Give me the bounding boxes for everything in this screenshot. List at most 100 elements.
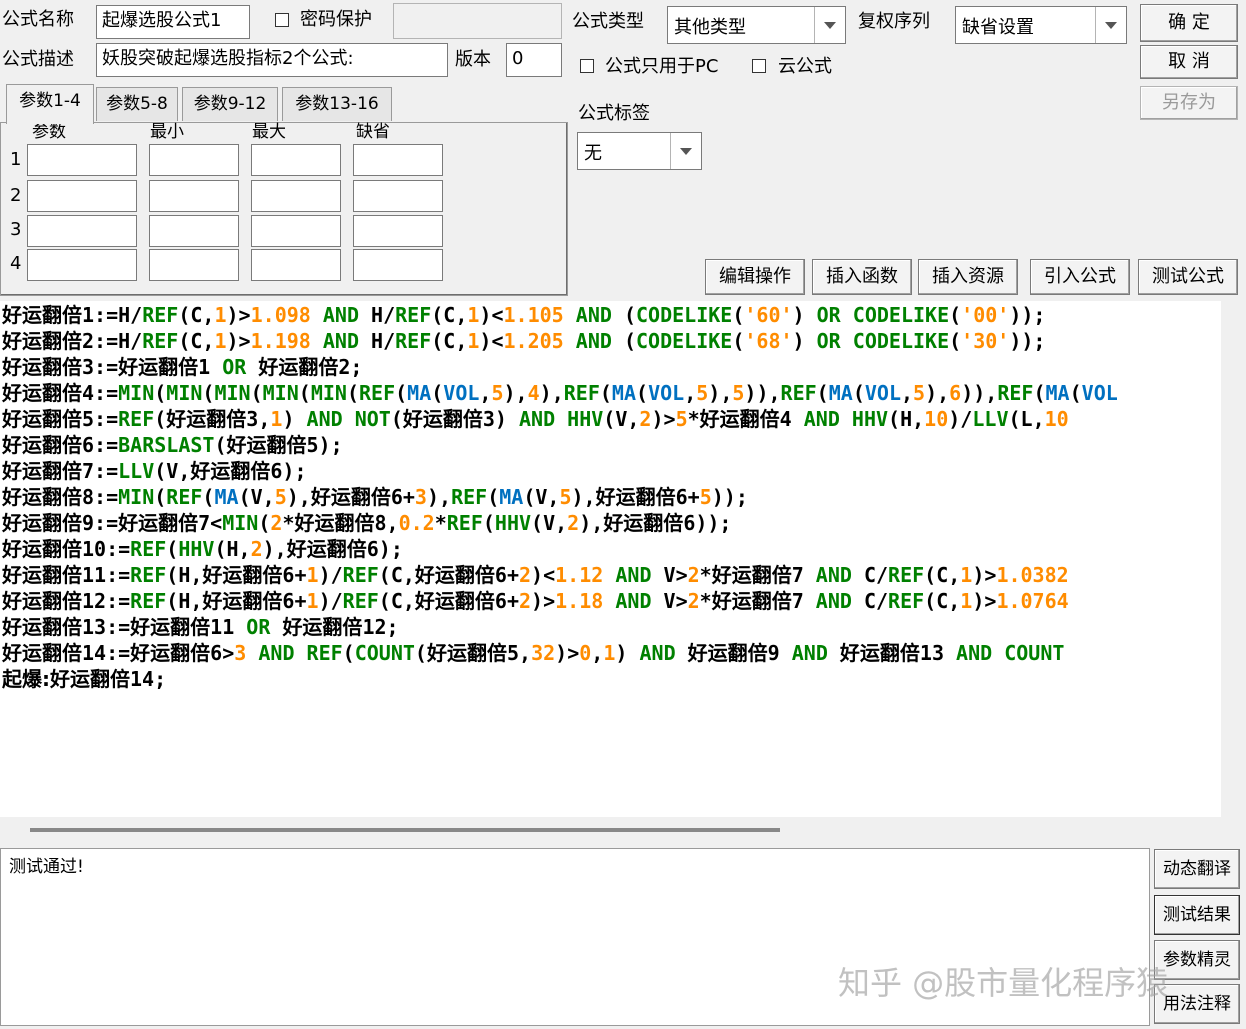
- rights-series-label: 复权序列: [858, 11, 930, 32]
- version-input[interactable]: 0: [506, 43, 562, 77]
- formula-name-input[interactable]: 起爆选股公式1: [96, 5, 250, 39]
- code-token: 好运翻倍: [130, 615, 211, 639]
- cloud-formula-checkbox[interactable]: [752, 59, 766, 73]
- code-token: 6+: [675, 485, 700, 509]
- code-token: MA: [611, 381, 637, 405]
- param-1-max-input[interactable]: [251, 144, 341, 176]
- code-token: 好运翻倍: [426, 641, 507, 665]
- param-3-max-input[interactable]: [251, 215, 341, 247]
- formula-tag-select[interactable]: 无: [577, 132, 702, 170]
- code-token: (: [258, 511, 271, 535]
- ok-button[interactable]: 确 定: [1140, 4, 1238, 42]
- param-4-min-input[interactable]: [149, 249, 239, 281]
- code-token: *: [282, 511, 295, 535]
- chevron-down-icon[interactable]: [814, 7, 845, 43]
- insert-resource-button[interactable]: 插入资源: [918, 259, 1018, 295]
- param-4-default-input[interactable]: [353, 249, 443, 281]
- code-token: 好运翻倍: [699, 407, 780, 431]
- param-1-default-input[interactable]: [353, 144, 443, 176]
- save-as-button[interactable]: 另存为: [1140, 86, 1238, 120]
- param-3-default-input[interactable]: [353, 215, 443, 247]
- import-formula-button[interactable]: 引入公式: [1030, 259, 1130, 295]
- formula-type-label: 公式类型: [572, 11, 644, 32]
- test-formula-button[interactable]: 测试公式: [1138, 259, 1238, 295]
- code-token: 6>: [210, 641, 235, 665]
- editor-vertical-scrollbar[interactable]: [1221, 301, 1244, 817]
- code-token: (: [482, 511, 495, 535]
- code-token: AND: [306, 407, 343, 431]
- tab-params-9-12[interactable]: 参数9-12: [182, 87, 278, 121]
- chevron-down-icon[interactable]: [670, 133, 701, 169]
- code-line: 好运翻倍7:=LLV(V,好运翻倍6);: [2, 458, 307, 484]
- param-2-max-input[interactable]: [251, 180, 341, 212]
- code-token: 好运翻倍: [2, 641, 82, 665]
- password-protect-checkbox[interactable]: [275, 13, 289, 27]
- code-token: ));: [711, 485, 748, 509]
- param-1-name-input[interactable]: [27, 144, 137, 176]
- scrollbar-thumb[interactable]: [30, 828, 780, 832]
- code-token: 1.0764: [996, 589, 1069, 613]
- code-token: 1.198: [250, 329, 311, 353]
- code-token: *: [699, 563, 712, 587]
- chevron-down-icon[interactable]: [1095, 7, 1126, 43]
- cancel-button[interactable]: 取 消: [1140, 45, 1238, 79]
- code-token: 8:=: [82, 485, 119, 509]
- code-token: MIN: [118, 381, 155, 405]
- param-2-min-input[interactable]: [149, 180, 239, 212]
- code-token: 1: [603, 641, 616, 665]
- code-token: ),: [539, 381, 564, 405]
- code-token: ));: [1009, 303, 1046, 327]
- code-token: MA: [1045, 381, 1070, 405]
- code-token: 1: [198, 355, 223, 379]
- code-token: 4: [527, 381, 540, 405]
- formula-code-editor[interactable]: 好运翻倍1:=H/REF(C,1)>1.098 AND H/REF(C,1)<1…: [0, 301, 1221, 817]
- param-4-max-input[interactable]: [251, 249, 341, 281]
- formula-desc-input[interactable]: 妖股突破起爆选股指标2个公式:: [96, 43, 448, 77]
- tab-params-13-16[interactable]: 参数13-16: [282, 87, 392, 121]
- test-result-button[interactable]: 测试结果: [1154, 895, 1240, 935]
- code-token: (V,: [531, 511, 568, 535]
- code-token: 6+: [390, 485, 415, 509]
- tab-params-1-4[interactable]: 参数1-4: [6, 84, 94, 124]
- code-token: 好运翻倍: [603, 511, 684, 535]
- code-line: 好运翻倍3:=好运翻倍1 OR 好运翻倍2;: [2, 354, 362, 380]
- formula-type-select[interactable]: 其他类型: [667, 6, 846, 44]
- code-token: AND: [815, 589, 852, 613]
- code-token: (: [154, 407, 167, 431]
- dynamic-translate-button[interactable]: 动态翻译: [1154, 849, 1240, 889]
- insert-function-button[interactable]: 插入函数: [812, 259, 912, 295]
- param-3-name-input[interactable]: [27, 215, 137, 247]
- edit-operations-button[interactable]: 编辑操作: [705, 259, 805, 295]
- code-token: (H,: [214, 537, 251, 561]
- code-token: 6);: [366, 537, 403, 561]
- code-token: (: [346, 381, 359, 405]
- param-3-min-input[interactable]: [149, 215, 239, 247]
- code-token: NOT: [354, 407, 391, 431]
- code-token: 好运翻倍: [294, 511, 375, 535]
- param-2-default-input[interactable]: [353, 180, 443, 212]
- code-token: 好运翻倍: [711, 563, 792, 587]
- param-2-name-input[interactable]: [27, 180, 137, 212]
- code-token: 2: [270, 511, 283, 535]
- pc-only-checkbox[interactable]: [580, 59, 594, 73]
- code-token: VOL: [648, 381, 685, 405]
- param-4-name-input[interactable]: [27, 249, 137, 281]
- rights-series-select[interactable]: 缺省设置: [955, 6, 1127, 44]
- rights-series-value: 缺省设置: [962, 17, 1034, 38]
- tab-params-5-8[interactable]: 参数5-8: [96, 87, 178, 121]
- code-token: 2: [639, 407, 652, 431]
- code-token: 12:=: [82, 589, 131, 613]
- code-token: 好运翻倍: [2, 381, 82, 405]
- code-token: 5,: [506, 641, 532, 665]
- code-token: (: [202, 485, 215, 509]
- code-token: 1.0382: [996, 563, 1069, 587]
- param-1-min-input[interactable]: [149, 144, 239, 176]
- code-token: (V,: [238, 485, 275, 509]
- code-line: 好运翻倍11:=REF(H,好运翻倍6+1)/REF(C,好运翻倍6+2)<1.…: [2, 562, 1069, 588]
- editor-horizontal-scrollbar[interactable]: [0, 817, 1246, 843]
